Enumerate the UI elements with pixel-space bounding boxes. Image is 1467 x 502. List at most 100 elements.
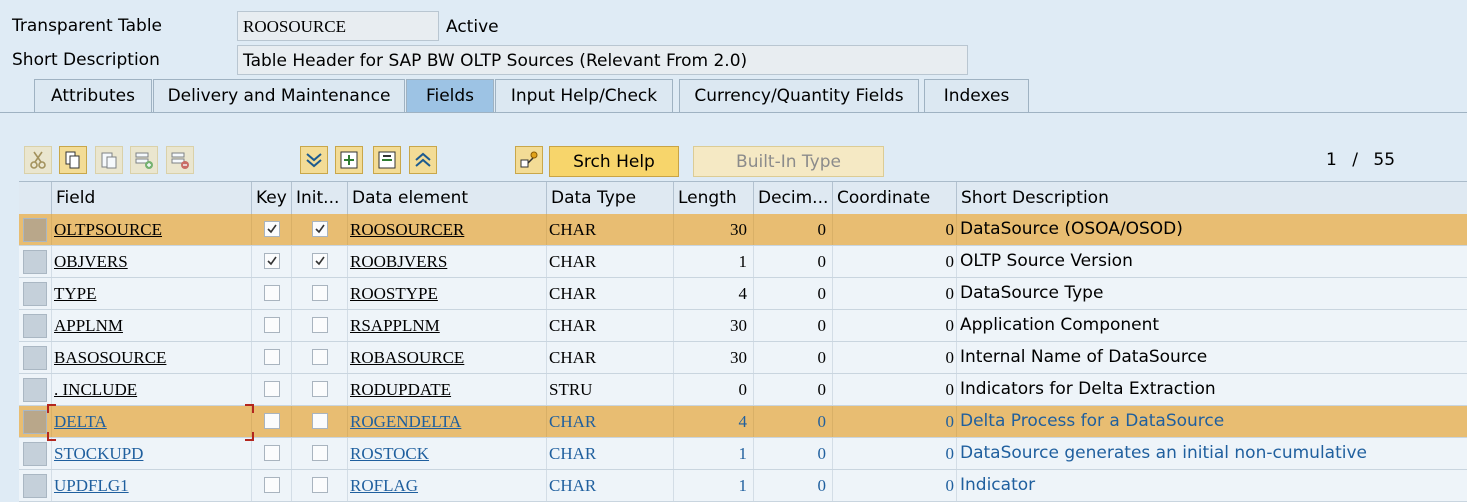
data-element[interactable]: ROFLAG	[347, 470, 546, 501]
data-element[interactable]: ROSTOCK	[347, 438, 546, 469]
key-checkbox[interactable]	[264, 349, 280, 365]
field-name[interactable]: BASOSOURCE	[51, 342, 251, 373]
row-selector[interactable]	[19, 278, 51, 309]
length[interactable]: 0	[673, 374, 753, 405]
data-element[interactable]: ROBASOURCE	[347, 342, 546, 373]
init-checkbox[interactable]	[312, 477, 328, 493]
field-name[interactable]: APPLNM	[51, 310, 251, 341]
decimals[interactable]: 0	[753, 342, 832, 373]
data-type[interactable]: CHAR	[546, 278, 673, 309]
tab-fields[interactable]: Fields	[406, 79, 494, 112]
copy-icon[interactable]	[59, 146, 87, 174]
table-row[interactable]: TYPE ROOSTYPE CHAR 4 0 0 DataSource Type	[19, 278, 1467, 310]
table-row[interactable]: OBJVERS ROOBJVERS CHAR 1 0 0 OLTP Source Versi…	[19, 246, 1467, 278]
tab-input-help-check[interactable]: Input Help/Check	[495, 79, 673, 112]
coordinate[interactable]: 0	[832, 342, 956, 373]
insert-row-icon[interactable]	[130, 146, 158, 174]
col-length[interactable]: Length	[673, 182, 753, 214]
decimals[interactable]: 0	[753, 278, 832, 309]
col-data-type[interactable]: Data Type	[546, 182, 673, 214]
init-checkbox[interactable]	[312, 349, 328, 365]
col-init[interactable]: Init...	[291, 182, 347, 214]
col-short-description[interactable]: Short Description	[956, 182, 1467, 214]
col-key[interactable]: Key	[251, 182, 291, 214]
data-type[interactable]: CHAR	[546, 246, 673, 277]
srch-help-button[interactable]: Srch Help	[549, 146, 679, 177]
row-select-box[interactable]	[23, 378, 47, 402]
init-checkbox[interactable]	[312, 317, 328, 333]
row-select-box[interactable]	[23, 474, 47, 498]
data-element[interactable]: ROOSTYPE	[347, 278, 546, 309]
row-select-box[interactable]	[23, 250, 47, 274]
collapse-icon[interactable]	[373, 146, 401, 174]
col-data-element[interactable]: Data element	[347, 182, 546, 214]
field-name[interactable]: TYPE	[51, 278, 251, 309]
scroll-down-icon[interactable]	[300, 146, 328, 174]
short-description-field[interactable]: Table Header for SAP BW OLTP Sources (Re…	[237, 45, 968, 75]
row-selector[interactable]	[19, 374, 51, 405]
init-checkbox[interactable]	[312, 445, 328, 461]
field-name[interactable]: . INCLUDE	[51, 374, 251, 405]
decimals[interactable]: 0	[753, 310, 832, 341]
data-type[interactable]: CHAR	[546, 342, 673, 373]
data-type[interactable]: STRU	[546, 374, 673, 405]
cut-icon[interactable]	[24, 146, 52, 174]
data-type[interactable]: CHAR	[546, 310, 673, 341]
coordinate[interactable]: 0	[832, 278, 956, 309]
row-selector[interactable]	[19, 342, 51, 373]
decimals[interactable]: 0	[753, 438, 832, 469]
tab-currency-quantity-fields[interactable]: Currency/Quantity Fields	[679, 79, 919, 112]
coordinate[interactable]: 0	[832, 438, 956, 469]
row-selector[interactable]	[19, 470, 51, 501]
col-field[interactable]: Field	[51, 182, 251, 214]
table-row[interactable]: STOCKUPD ROSTOCK CHAR 1 0 0 DataSource generat…	[19, 438, 1467, 470]
coordinate[interactable]: 0	[832, 470, 956, 501]
col-coordinate[interactable]: Coordinate	[832, 182, 956, 214]
key-checkbox[interactable]	[264, 445, 280, 461]
coordinate[interactable]: 0	[832, 310, 956, 341]
tab-delivery-maintenance[interactable]: Delivery and Maintenance	[153, 79, 405, 112]
key-checkbox[interactable]	[264, 381, 280, 397]
decimals[interactable]: 0	[753, 214, 832, 245]
tab-indexes[interactable]: Indexes	[924, 79, 1029, 112]
decimals[interactable]: 0	[753, 470, 832, 501]
table-row[interactable]: OLTPSOURCE ROOSOURCER CHAR 30 0 0 DataSource (…	[19, 214, 1467, 246]
length[interactable]: 1	[673, 438, 753, 469]
init-checkbox[interactable]	[312, 413, 328, 429]
coordinate[interactable]: 0	[832, 214, 956, 245]
table-row[interactable]: UPDFLG1 ROFLAG CHAR 1 0 0 Indicator	[19, 470, 1467, 502]
decimals[interactable]: 0	[753, 246, 832, 277]
row-select-box[interactable]	[23, 346, 47, 370]
key-checkbox[interactable]	[264, 221, 280, 237]
table-row[interactable]: BASOSOURCE ROBASOURCE CHAR 30 0 0 Internal Nam…	[19, 342, 1467, 374]
expand-icon[interactable]	[335, 146, 363, 174]
coordinate[interactable]: 0	[832, 406, 956, 437]
row-select-box[interactable]	[23, 282, 47, 306]
scroll-up-icon[interactable]	[409, 146, 437, 174]
data-type[interactable]: CHAR	[546, 470, 673, 501]
row-selector[interactable]	[19, 214, 51, 245]
field-name[interactable]: OBJVERS	[51, 246, 251, 277]
key-checkbox[interactable]	[264, 317, 280, 333]
hierarchy-icon[interactable]	[515, 146, 543, 174]
row-selector[interactable]	[19, 438, 51, 469]
data-type[interactable]: CHAR	[546, 214, 673, 245]
data-element[interactable]: RODUPDATE	[347, 374, 546, 405]
row-select-box[interactable]	[23, 218, 47, 242]
field-name[interactable]: STOCKUPD	[51, 438, 251, 469]
built-in-type-button[interactable]: Built-In Type	[693, 146, 884, 177]
key-checkbox[interactable]	[264, 413, 280, 429]
row-selector[interactable]	[19, 246, 51, 277]
length[interactable]: 30	[673, 310, 753, 341]
data-element[interactable]: RSAPPLNM	[347, 310, 546, 341]
init-checkbox[interactable]	[312, 221, 328, 237]
init-checkbox[interactable]	[312, 253, 328, 269]
row-selector[interactable]	[19, 310, 51, 341]
data-element[interactable]: ROOBJVERS	[347, 246, 546, 277]
length[interactable]: 4	[673, 278, 753, 309]
length[interactable]: 4	[673, 406, 753, 437]
length[interactable]: 1	[673, 246, 753, 277]
col-decimals[interactable]: Decim...	[753, 182, 832, 214]
length[interactable]: 30	[673, 342, 753, 373]
data-type[interactable]: CHAR	[546, 438, 673, 469]
